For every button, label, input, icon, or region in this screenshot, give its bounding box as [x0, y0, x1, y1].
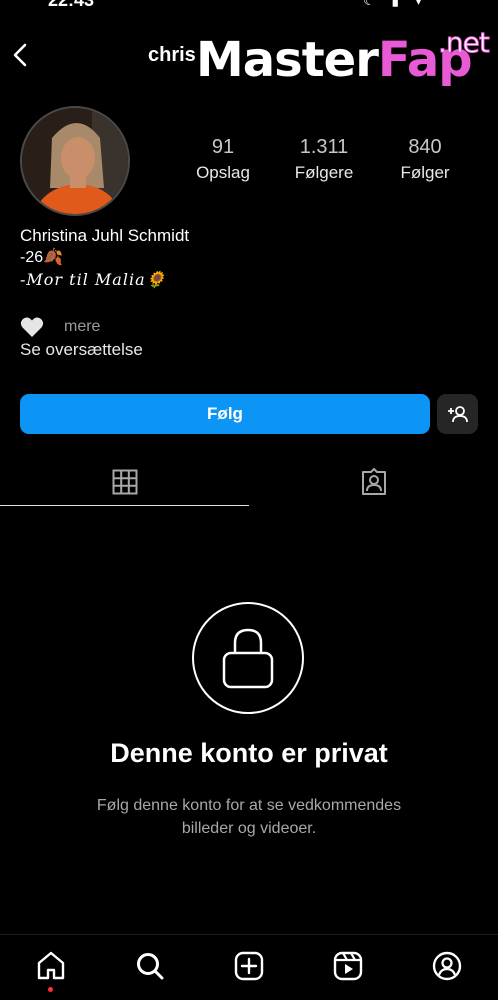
- tab-posts-grid[interactable]: [0, 458, 249, 506]
- lock-badge: [192, 602, 304, 714]
- bio-name: Christina Juhl Schmidt: [20, 226, 190, 245]
- back-button[interactable]: [8, 38, 32, 72]
- back-arrow-icon: [13, 43, 27, 67]
- avatar-photo: [22, 108, 128, 214]
- nav-home[interactable]: [34, 949, 68, 983]
- private-desc-line2: billeder og videoer.: [181, 820, 317, 837]
- more-link[interactable]: mere: [64, 318, 100, 336]
- stat-followers-label: Følgere: [294, 163, 354, 182]
- lock-icon: [222, 628, 274, 689]
- watermark-part3: .net: [438, 26, 491, 60]
- status-time: 22:43: [48, 0, 95, 10]
- stat-posts-value: 91: [211, 136, 235, 158]
- private-account-title: Denne konto er privat: [110, 738, 388, 768]
- heart-icon: [20, 317, 44, 337]
- follow-button[interactable]: Følg: [20, 394, 430, 434]
- home-icon: [37, 951, 65, 980]
- create-icon: [234, 951, 264, 981]
- grid-icon: [112, 469, 137, 494]
- suggest-accounts-button[interactable]: [437, 394, 478, 434]
- stat-following-value: 840: [408, 136, 442, 158]
- stat-posts-label: Opslag: [196, 163, 250, 182]
- avatar[interactable]: [20, 106, 130, 216]
- reels-icon: [333, 951, 363, 981]
- private-account-description: Følg denne konto for at se vedkommendes …: [0, 794, 498, 840]
- stat-followers[interactable]: 1.311 Følgere: [269, 136, 379, 183]
- watermark-part1: Master: [196, 32, 379, 88]
- tab-tagged[interactable]: [249, 458, 498, 506]
- notification-dot: [48, 987, 53, 992]
- nav-reels[interactable]: [331, 949, 365, 983]
- search-icon: [137, 953, 164, 980]
- stat-followers-value: 1.311: [299, 136, 349, 158]
- stat-following-label: Følger: [400, 163, 450, 182]
- bio-line-age: -26🍂: [20, 249, 64, 266]
- profile-icon: [432, 951, 462, 981]
- bio: Christina Juhl Schmidt -26🍂 -Mor til Mal…: [20, 226, 480, 290]
- tagged-icon: [361, 468, 386, 495]
- stat-following[interactable]: 840 Følger: [370, 136, 480, 183]
- profile-tabs: [0, 458, 498, 506]
- status-bar: 22:43 ☾ ▮ ▾: [0, 0, 498, 14]
- bottom-nav: [0, 934, 498, 1000]
- add-person-icon: [447, 406, 468, 423]
- nav-create[interactable]: [232, 949, 266, 983]
- bio-line-mother: -Mor til Malia🌻: [20, 270, 167, 289]
- nav-profile[interactable]: [430, 949, 464, 983]
- watermark: MasterFap .net: [196, 26, 490, 89]
- private-desc-line1: Følg denne konto for at se vedkommendes: [96, 797, 402, 814]
- nav-search[interactable]: [133, 949, 167, 983]
- translate-link[interactable]: Se oversættelse: [20, 340, 143, 360]
- stat-posts[interactable]: 91 Opslag: [168, 136, 278, 183]
- bio-more-row: mere: [20, 316, 100, 338]
- status-icons: ☾ ▮ ▾: [362, 0, 428, 8]
- profile-username: chris: [148, 44, 196, 66]
- top-bar: chris MasterFap .net: [0, 26, 498, 88]
